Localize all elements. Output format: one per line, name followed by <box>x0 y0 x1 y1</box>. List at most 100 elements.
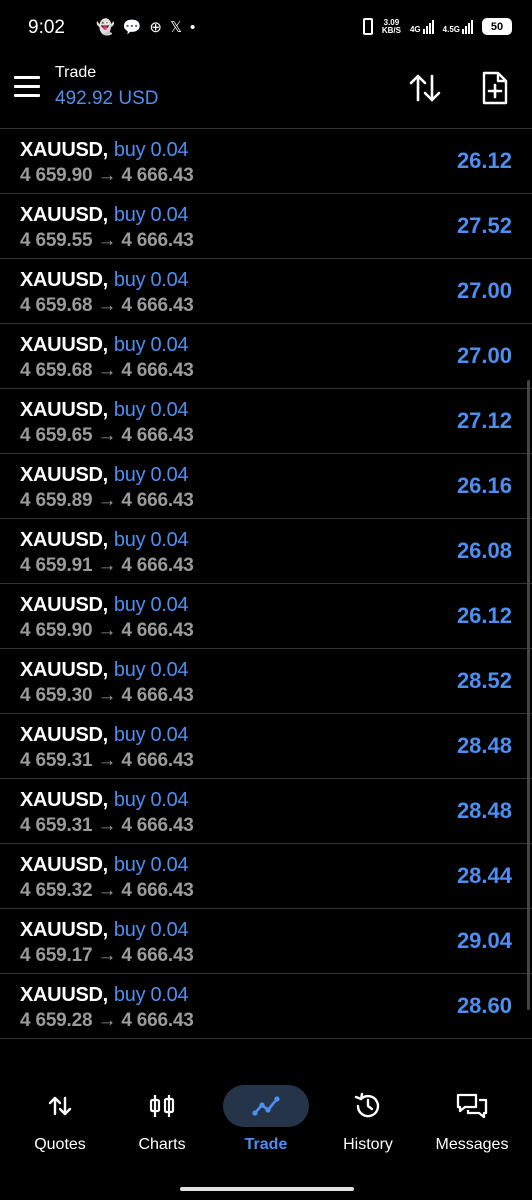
chat-bubble-icon: 💬 <box>122 19 142 36</box>
nav-quotes[interactable]: Quotes <box>8 1085 112 1154</box>
position-symbol: XAUUSD <box>20 724 103 746</box>
nav-label: Messages <box>435 1136 509 1153</box>
position-side-volume: buy 0.04 <box>113 659 189 681</box>
symbol-separator: , <box>102 139 109 161</box>
nav-trade[interactable]: Trade <box>214 1085 318 1154</box>
position-prices: 4 659.30 → 4 666.43 <box>20 685 194 706</box>
position-prices: 4 659.90 → 4 666.43 <box>20 165 194 186</box>
position-profit: 28.60 <box>456 993 512 1018</box>
position-profit: 27.12 <box>456 408 512 433</box>
position-row[interactable]: XAUUSD, buy 0.04 4 659.30 → 4 666.43 28.52 <box>0 649 532 714</box>
position-symbol: XAUUSD <box>20 464 103 486</box>
position-row[interactable]: XAUUSD, buy 0.04 4 659.91 → 4 666.43 26.08 <box>0 519 532 584</box>
position-side-volume: buy 0.04 <box>113 204 189 226</box>
sort-button[interactable] <box>407 70 443 106</box>
position-side-volume: buy 0.04 <box>113 919 189 941</box>
position-row[interactable]: XAUUSD, buy 0.04 4 659.68 → 4 666.43 27.00 <box>0 259 532 324</box>
position-row[interactable]: XAUUSD, buy 0.04 4 659.68 → 4 666.43 27.00 <box>0 324 532 389</box>
position-symbol: XAUUSD <box>20 139 103 161</box>
home-indicator[interactable] <box>180 1187 354 1191</box>
messages-icon <box>420 1085 524 1127</box>
symbol-separator: , <box>102 594 109 616</box>
position-side-volume: buy 0.04 <box>113 529 189 551</box>
charts-icon <box>110 1085 214 1127</box>
position-prices: 4 659.32 → 4 666.43 <box>20 880 194 901</box>
position-profit: 28.44 <box>456 863 512 888</box>
symbol-separator: , <box>102 334 109 356</box>
position-profit: 27.52 <box>456 213 512 238</box>
notification-icons: 👻 💬 ⊕ 𝕏 • <box>96 19 195 37</box>
nav-messages[interactable]: Messages <box>420 1085 524 1154</box>
nav-charts[interactable]: Charts <box>110 1085 214 1154</box>
position-row[interactable]: XAUUSD, buy 0.04 4 659.90 → 4 666.43 26.12 <box>0 584 532 649</box>
signal-bars-icon <box>422 19 434 34</box>
position-profit: 27.00 <box>456 278 512 303</box>
page-title: Trade <box>55 64 97 81</box>
position-row[interactable]: XAUUSD, buy 0.04 4 659.17 → 4 666.43 29.04 <box>0 909 532 974</box>
position-prices: 4 659.65 → 4 666.43 <box>20 425 194 446</box>
symbol-separator: , <box>102 659 109 681</box>
nav-history[interactable]: History <box>316 1085 420 1154</box>
hamburger-menu-icon[interactable] <box>14 76 40 98</box>
new-order-button[interactable] <box>477 70 513 106</box>
position-prices: 4 659.68 → 4 666.43 <box>20 360 194 381</box>
position-symbol-line: XAUUSD, buy 0.04 <box>20 854 189 877</box>
position-prices: 4 659.55 → 4 666.43 <box>20 230 194 251</box>
position-symbol-line: XAUUSD, buy 0.04 <box>20 269 189 292</box>
app-header: Trade 492.92 USD <box>0 58 532 128</box>
position-side-volume: buy 0.04 <box>113 724 189 746</box>
x-logo-icon: 𝕏 <box>169 19 183 36</box>
position-row[interactable]: XAUUSD, buy 0.04 4 659.31 → 4 666.43 28.48 <box>0 779 532 844</box>
plus-circle-icon: ⊕ <box>149 19 162 36</box>
position-row[interactable]: XAUUSD, buy 0.04 4 659.55 → 4 666.43 27.52 <box>0 194 532 259</box>
position-row[interactable]: XAUUSD, buy 0.04 4 659.65 → 4 666.43 27.12 <box>0 389 532 454</box>
symbol-separator: , <box>102 724 109 746</box>
position-side-volume: buy 0.04 <box>113 594 189 616</box>
position-row[interactable]: XAUUSD, buy 0.04 4 659.90 → 4 666.43 26.12 <box>0 129 532 194</box>
more-dot-icon: • <box>190 19 196 36</box>
position-row[interactable]: XAUUSD, buy 0.04 4 659.31 → 4 666.43 28.48 <box>0 714 532 779</box>
scrollbar[interactable] <box>527 380 530 1010</box>
new-document-icon <box>482 71 508 105</box>
symbol-separator: , <box>102 789 109 811</box>
quotes-icon <box>8 1085 112 1127</box>
position-prices: 4 659.31 → 4 666.43 <box>20 750 194 771</box>
sort-arrows-icon <box>409 74 441 102</box>
position-symbol: XAUUSD <box>20 269 103 291</box>
position-symbol: XAUUSD <box>20 984 103 1006</box>
symbol-separator: , <box>102 529 109 551</box>
symbol-separator: , <box>102 854 109 876</box>
position-symbol: XAUUSD <box>20 594 103 616</box>
account-balance: 492.92 USD <box>55 88 159 109</box>
position-symbol: XAUUSD <box>20 399 103 421</box>
position-row[interactable]: XAUUSD, buy 0.04 4 659.89 → 4 666.43 26.16 <box>0 454 532 519</box>
position-symbol-line: XAUUSD, buy 0.04 <box>20 594 189 617</box>
system-icons: 3.09 KB/S 4G 4.5G 50 <box>362 17 512 35</box>
symbol-separator: , <box>102 399 109 421</box>
position-side-volume: buy 0.04 <box>113 854 189 876</box>
status-bar: 9:02 👻 💬 ⊕ 𝕏 • 3.09 KB/S 4G 4.5G 50 <box>0 0 532 58</box>
battery-icon: 50 <box>482 18 512 35</box>
position-prices: 4 659.90 → 4 666.43 <box>20 620 194 641</box>
position-prices: 4 659.31 → 4 666.43 <box>20 815 194 836</box>
position-symbol-line: XAUUSD, buy 0.04 <box>20 204 189 227</box>
position-side-volume: buy 0.04 <box>113 139 189 161</box>
position-row[interactable]: XAUUSD, buy 0.04 4 659.32 → 4 666.43 28.44 <box>0 844 532 909</box>
history-icon <box>316 1085 420 1127</box>
position-symbol-line: XAUUSD, buy 0.04 <box>20 659 189 682</box>
position-side-volume: buy 0.04 <box>113 464 189 486</box>
position-prices: 4 659.68 → 4 666.43 <box>20 295 194 316</box>
symbol-separator: , <box>102 984 109 1006</box>
positions-list: XAUUSD, buy 0.04 4 659.90 → 4 666.43 26.12 X… <box>0 128 532 1041</box>
position-row[interactable]: XAUUSD, buy 0.04 4 659.28 → 4 666.43 28.60 <box>0 974 532 1039</box>
position-profit: 28.48 <box>456 798 512 823</box>
network-speed: 3.09 KB/S <box>381 17 401 35</box>
nav-label: History <box>343 1136 393 1153</box>
position-side-volume: buy 0.04 <box>113 789 189 811</box>
trade-icon <box>223 1085 309 1127</box>
position-symbol: XAUUSD <box>20 854 103 876</box>
position-side-volume: buy 0.04 <box>113 269 189 291</box>
position-prices: 4 659.89 → 4 666.43 <box>20 490 194 511</box>
position-profit: 26.16 <box>456 473 512 498</box>
position-symbol-line: XAUUSD, buy 0.04 <box>20 724 189 747</box>
